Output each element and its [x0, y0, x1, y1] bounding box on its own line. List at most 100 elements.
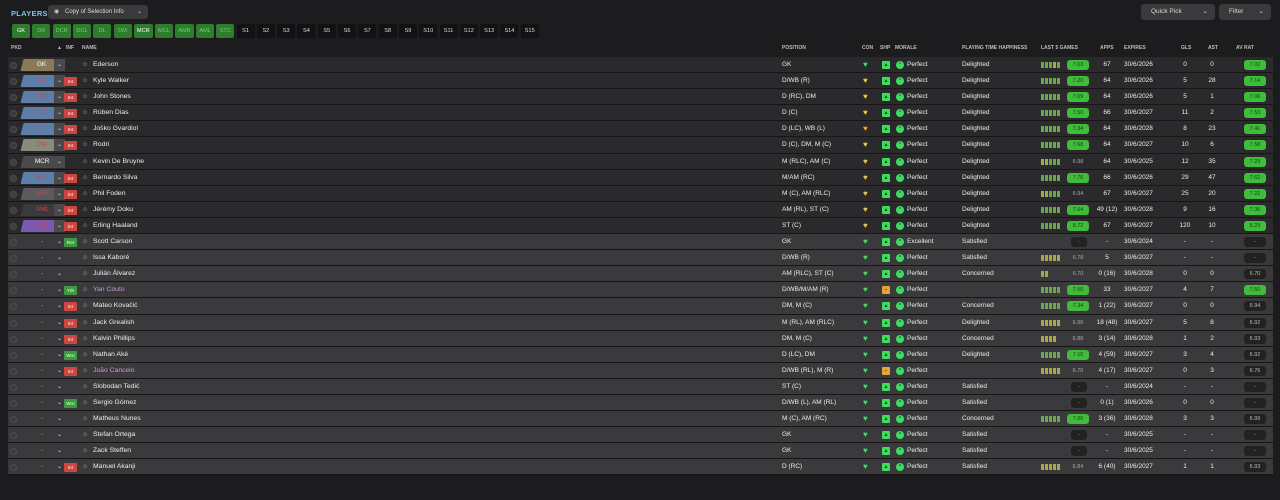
chevron-down-icon[interactable]: ⌄: [54, 268, 65, 280]
pick-checkbox[interactable]: [10, 335, 17, 343]
tab-s11[interactable]: S11: [439, 24, 458, 38]
player-name[interactable]: Matheus Nunes: [93, 411, 141, 427]
table-row[interactable]: - ⌄ Rot ☺ Scott Carson GK ♥ ▲ ⌃ Excellent Satisfie…: [8, 234, 1273, 251]
player-name[interactable]: John Stones: [93, 89, 131, 105]
pick-checkbox[interactable]: [10, 94, 17, 102]
col-pkd[interactable]: PKD: [11, 45, 22, 51]
col-shp[interactable]: SHP: [880, 45, 890, 51]
pick-checkbox[interactable]: [10, 255, 17, 263]
col-playing-time[interactable]: PLAYING TIME HAPPINESS: [962, 45, 1027, 51]
sort-arrow-icon[interactable]: ▲: [57, 45, 62, 51]
tab-aml[interactable]: AML: [195, 24, 214, 38]
chevron-down-icon[interactable]: ⌄: [54, 445, 65, 457]
table-row[interactable]: - ⌄ ☺ Julián Álvarez AM (RLC), ST (C) ♥ ▲ ⌃ Perf…: [8, 266, 1273, 283]
col-apps[interactable]: APPS: [1100, 45, 1114, 51]
filter-button[interactable]: Filter ⌄: [1219, 4, 1271, 20]
player-name[interactable]: Scott Carson: [93, 234, 132, 250]
pick-checkbox[interactable]: [10, 448, 17, 456]
player-name[interactable]: Jack Grealish: [93, 315, 134, 331]
pick-checkbox[interactable]: [10, 367, 17, 375]
player-name[interactable]: Zack Steffen: [93, 443, 131, 459]
pick-checkbox[interactable]: [10, 190, 17, 198]
player-name[interactable]: Joško Gvardiol: [93, 121, 138, 137]
table-row[interactable]: - ⌄ ☺ Stefan Ortega GK ♥ ▲ ⌃ Perfect Satisfied - - 3…: [8, 427, 1273, 444]
tab-s9[interactable]: S9: [398, 24, 417, 38]
pick-checkbox[interactable]: [10, 303, 17, 311]
player-name[interactable]: Erling Haaland: [93, 218, 138, 234]
table-row[interactable]: MCR ⌄ ☺ Kevin De Bruyne M (RLC), AM (C) ♥ ▲ ⌃ Pe…: [8, 153, 1273, 170]
tab-s5[interactable]: S5: [317, 24, 336, 38]
tab-s6[interactable]: S6: [338, 24, 357, 38]
chevron-down-icon[interactable]: ⌄: [54, 155, 65, 168]
pick-checkbox[interactable]: [10, 126, 17, 134]
col-gls[interactable]: GLS: [1181, 45, 1191, 51]
pick-checkbox[interactable]: [10, 222, 17, 230]
tab-gk[interactable]: GK: [12, 24, 30, 38]
player-name[interactable]: Issa Kaboré: [93, 250, 129, 266]
table-row[interactable]: DCL ⌄ Int ☺ Rúben Dias D (C) ♥ ▲ ⌃ Perfect Delight…: [8, 105, 1273, 122]
player-name[interactable]: Manuel Akanji: [93, 459, 135, 475]
quick-pick-button[interactable]: Quick Pick ⌄: [1141, 4, 1215, 20]
table-row[interactable]: - ⌄ ☺ Slobodan Tedić ST (C) ♥ ▲ ⌃ Perfect Satisfi…: [8, 378, 1273, 395]
table-row[interactable]: - ⌄ Wnt ☺ Nathan Aké D (LC), DM ♥ ▲ ⌃ Perfect Deli…: [8, 346, 1273, 363]
tab-s1[interactable]: S1: [236, 24, 255, 38]
pick-checkbox[interactable]: [10, 174, 17, 182]
table-row[interactable]: - ⌄ Int ☺ João Cancelo D/WB (RL), M (R) ♥ − ⌃ Per…: [8, 362, 1273, 379]
tab-amr[interactable]: AMR: [175, 24, 194, 38]
table-row[interactable]: - ⌄ Int ☺ Kalvin Phillips DM, M (C) ♥ ▲ ⌃ Perfect…: [8, 330, 1273, 347]
col-morale[interactable]: MORALE: [895, 45, 917, 51]
chevron-down-icon[interactable]: ⌄: [54, 59, 65, 71]
table-row[interactable]: - ⌄ ☺ Zack Steffen GK ♥ ▲ ⌃ Perfect Satisfied - - 30…: [8, 443, 1273, 460]
pick-checkbox[interactable]: [10, 464, 17, 472]
table-row[interactable]: - ⌄ Int ☺ Mateo Kovačić DM, M (C) ♥ ▲ ⌃ Perfect Co…: [8, 298, 1273, 315]
tab-dcl[interactable]: DCL: [73, 24, 92, 38]
col-inf[interactable]: INF: [66, 45, 74, 51]
col-con[interactable]: CON: [862, 45, 873, 51]
player-name[interactable]: Kyle Walker: [93, 73, 129, 89]
player-name[interactable]: Bernardo Silva: [93, 170, 138, 186]
table-row[interactable]: AML ⌄ Int ☺ Jérémy Doku AM (RL), ST (C) ♥ ▲ ⌃ Per…: [8, 201, 1273, 218]
pick-checkbox[interactable]: [10, 287, 17, 295]
col-last5[interactable]: LAST 5 GAMES: [1041, 45, 1078, 51]
tab-s13[interactable]: S13: [480, 24, 499, 38]
table-row[interactable]: - ⌄ Yth ☺ Yan Couto D/WB/M/AM (R) ♥ − ⌃ Perfect 7.…: [8, 282, 1273, 299]
pick-checkbox[interactable]: [10, 206, 17, 214]
tab-s14[interactable]: S14: [500, 24, 519, 38]
player-name[interactable]: Kevin De Bruyne: [93, 154, 144, 170]
player-name[interactable]: Sergio Gómez: [93, 395, 136, 411]
col-expires[interactable]: EXPIRES: [1124, 45, 1146, 51]
tab-s12[interactable]: S12: [459, 24, 478, 38]
tab-s2[interactable]: S2: [256, 24, 275, 38]
table-row[interactable]: - ⌄ ☺ Issa Kaboré D/WB (R) ♥ ▲ ⌃ Perfect Satisfie…: [8, 250, 1273, 267]
pick-checkbox[interactable]: [10, 351, 17, 359]
player-name[interactable]: Stefan Ortega: [93, 427, 135, 443]
player-name[interactable]: Yan Couto: [93, 282, 125, 298]
chevron-down-icon[interactable]: ⌄: [54, 413, 65, 425]
tab-s10[interactable]: S10: [419, 24, 438, 38]
player-name[interactable]: Kalvin Phillips: [93, 331, 135, 347]
pick-checkbox[interactable]: [10, 271, 17, 279]
col-name[interactable]: NAME: [82, 45, 97, 51]
tab-stc[interactable]: STC: [216, 24, 235, 38]
table-row[interactable]: MCL ⌄ Int ☺ Bernardo Silva M/AM (RC) ♥ ▲ ⌃ Perfec…: [8, 169, 1273, 186]
tab-dcr[interactable]: DCR: [52, 24, 71, 38]
tab-s4[interactable]: S4: [297, 24, 316, 38]
chevron-down-icon[interactable]: ⌄: [54, 381, 65, 393]
col-ast[interactable]: AST: [1208, 45, 1218, 51]
pick-checkbox[interactable]: [10, 78, 17, 86]
pick-checkbox[interactable]: [10, 110, 17, 118]
tab-s8[interactable]: S8: [378, 24, 397, 38]
col-position[interactable]: POSITION: [782, 45, 806, 51]
chevron-down-icon[interactable]: ⌄: [54, 429, 65, 441]
player-name[interactable]: Julián Álvarez: [93, 266, 135, 282]
table-row[interactable]: - ⌄ Wnt ☺ Sergio Gómez D/WB (L), AM (RL) ♥ ▲ ⌃ Pe…: [8, 394, 1273, 412]
table-row[interactable]: DM ⌄ Int ☺ Rodri D (C), DM, M (C) ♥ ▲ ⌃ Perfect De…: [8, 137, 1273, 154]
tab-dm[interactable]: DM: [113, 24, 132, 38]
pick-checkbox[interactable]: [10, 416, 17, 424]
pick-checkbox[interactable]: [10, 432, 17, 440]
player-name[interactable]: Phil Foden: [93, 186, 126, 202]
table-row[interactable]: DL ⌄ Int ☺ Joško Gvardiol D (LC), WB (L) ♥ ▲ ⌃ Pe…: [8, 121, 1273, 138]
player-name[interactable]: Mateo Kovačić: [93, 298, 138, 314]
player-name[interactable]: Rúben Dias: [93, 105, 129, 121]
pick-checkbox[interactable]: [10, 158, 17, 166]
